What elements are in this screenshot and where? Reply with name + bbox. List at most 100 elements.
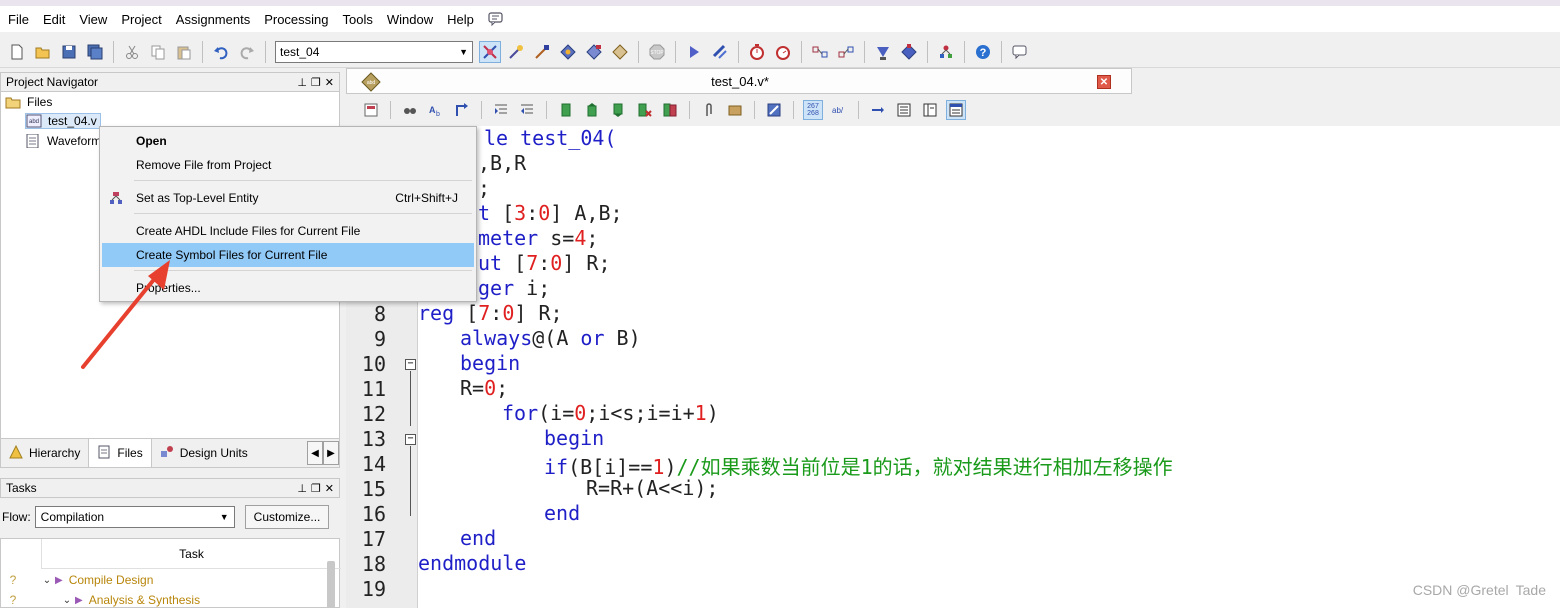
copy-icon[interactable] (147, 41, 169, 63)
assignment-editor-icon[interactable] (557, 41, 579, 63)
menu-tools[interactable]: Tools (343, 12, 373, 27)
task-scrollbar[interactable] (327, 561, 335, 608)
design-space-icon[interactable] (935, 41, 957, 63)
template-icon[interactable] (725, 100, 745, 120)
netlist-viewer-icon[interactable] (835, 41, 857, 63)
scroll-left-icon[interactable]: ◀ (307, 441, 323, 465)
code-line-15: R=R+(A<<i); (586, 476, 719, 500)
top-level-entity-icon (109, 191, 123, 205)
code-editor[interactable]: le test_04( ,B,R ; t [3:0] A,B; meter s=… (418, 126, 1560, 608)
menu-item-open[interactable]: Open (102, 129, 474, 153)
menu-edit[interactable]: Edit (43, 12, 65, 27)
menu-help[interactable]: Help (447, 12, 474, 27)
stopwatch-icon[interactable] (772, 41, 794, 63)
save-all-icon[interactable] (84, 41, 106, 63)
code-token: end (544, 501, 581, 525)
project-dropdown[interactable]: test_04 ▼ (275, 40, 473, 63)
tab-design-units[interactable]: Design Units (152, 439, 256, 467)
outdent-icon[interactable] (517, 100, 537, 120)
menu-window[interactable]: Window (387, 12, 433, 27)
scroll-right-icon[interactable]: ▶ (323, 441, 339, 465)
file-item-label: test_04.v (48, 114, 97, 128)
clear-bookmark-icon[interactable] (634, 100, 654, 120)
restore-icon[interactable]: ❐ (311, 76, 321, 89)
menu-item-set-top-level[interactable]: Set as Top-Level Entity Ctrl+Shift+J (102, 186, 474, 210)
goto-line-icon[interactable] (452, 100, 472, 120)
menu-item-create-ahdl[interactable]: Create AHDL Include Files for Current Fi… (102, 219, 474, 243)
file-item-test04[interactable]: abd test_04.v (25, 113, 101, 129)
watermark: CSDN @Gretel Tade (1412, 582, 1546, 598)
help-icon[interactable]: ? (972, 41, 994, 63)
text-editor-icon[interactable] (361, 100, 381, 120)
chip-edit-icon[interactable] (531, 41, 553, 63)
menu-project[interactable]: Project (121, 12, 161, 27)
tab-files-label: Files (117, 446, 143, 460)
save-icon[interactable] (58, 41, 80, 63)
find-replace-icon[interactable]: Ab (426, 100, 446, 120)
cut-icon[interactable] (121, 41, 143, 63)
tab-files[interactable]: Files (88, 439, 152, 467)
feedback-icon[interactable] (1009, 41, 1031, 63)
task-row[interactable]: ? ⌄ ▶ Compile Design (1, 570, 154, 590)
programmer-icon[interactable] (872, 41, 894, 63)
analysis-icon[interactable] (709, 41, 731, 63)
pin-assign-icon[interactable] (583, 41, 605, 63)
files-folder[interactable]: Files (5, 95, 52, 109)
new-file-icon[interactable] (6, 41, 28, 63)
line-numbers-toggle[interactable]: 267 268 (803, 100, 823, 120)
code-token: ut (478, 251, 503, 275)
task-column-header: Task (41, 539, 341, 569)
menu-item-remove-file[interactable]: Remove File from Project (102, 153, 474, 177)
show-whitespace-icon[interactable] (894, 100, 914, 120)
project-settings-icon[interactable] (479, 40, 501, 63)
menu-assignments[interactable]: Assignments (176, 12, 250, 27)
menu-processing[interactable]: Processing (264, 12, 328, 27)
code-token: B) (604, 326, 641, 350)
chip-planner-icon[interactable] (609, 41, 631, 63)
close-icon[interactable]: ✕ (325, 76, 334, 89)
full-view-icon[interactable] (946, 100, 966, 120)
pin-planner-icon[interactable] (505, 41, 527, 63)
code-token: 7 (526, 251, 539, 275)
pin-icon[interactable]: ⊥ (297, 76, 307, 89)
spell-check-icon[interactable]: ab/ (829, 100, 849, 120)
word-wrap-icon[interactable] (868, 100, 888, 120)
task-row[interactable]: ? ⌄ ▶ Analysis & Synthesis (1, 590, 200, 608)
start-compilation-icon[interactable] (683, 41, 705, 63)
paste-icon[interactable] (173, 41, 195, 63)
chevron-down-icon[interactable]: ⌄ (59, 595, 75, 606)
split-view-icon[interactable] (920, 100, 940, 120)
svg-text:STOP: STOP (650, 50, 664, 56)
editor-tab[interactable]: abd test_04.v* ✕ (346, 68, 1132, 94)
fold-toggle-icon[interactable]: − (405, 434, 416, 445)
bookmarks-list-icon[interactable] (660, 100, 680, 120)
rtl-viewer-icon[interactable] (809, 41, 831, 63)
close-tab-icon[interactable]: ✕ (1097, 75, 1111, 89)
restore-icon[interactable]: ❐ (311, 482, 321, 495)
chevron-down-icon[interactable]: ⌄ (39, 575, 55, 586)
menu-file[interactable]: File (8, 12, 29, 27)
menu-view[interactable]: View (79, 12, 107, 27)
next-bookmark-icon[interactable] (582, 100, 602, 120)
stop-icon[interactable]: STOP (646, 41, 668, 63)
fold-toggle-icon[interactable]: − (405, 359, 416, 370)
timing-analyzer-icon[interactable] (746, 41, 768, 63)
edit-mode-icon[interactable] (764, 100, 784, 120)
undo-icon[interactable] (210, 41, 232, 63)
pin-icon[interactable]: ⊥ (297, 482, 307, 495)
prev-bookmark-icon[interactable] (608, 100, 628, 120)
customize-button[interactable]: Customize... (244, 505, 330, 529)
programmer-chip-icon[interactable] (898, 41, 920, 63)
file-item-waveform[interactable]: Waveform (25, 134, 101, 148)
indent-icon[interactable] (491, 100, 511, 120)
editor-tabbar: abd test_04.v* ✕ (346, 68, 1560, 94)
attach-icon[interactable] (699, 100, 719, 120)
flow-dropdown[interactable]: Compilation ▼ (34, 506, 235, 528)
bookmark-icon[interactable] (556, 100, 576, 120)
close-icon[interactable]: ✕ (325, 482, 334, 495)
redo-icon[interactable] (236, 41, 258, 63)
help-chat-icon[interactable] (488, 12, 504, 27)
tab-hierarchy[interactable]: Hierarchy (1, 439, 88, 467)
find-icon[interactable] (400, 100, 420, 120)
open-folder-icon[interactable] (32, 41, 54, 63)
